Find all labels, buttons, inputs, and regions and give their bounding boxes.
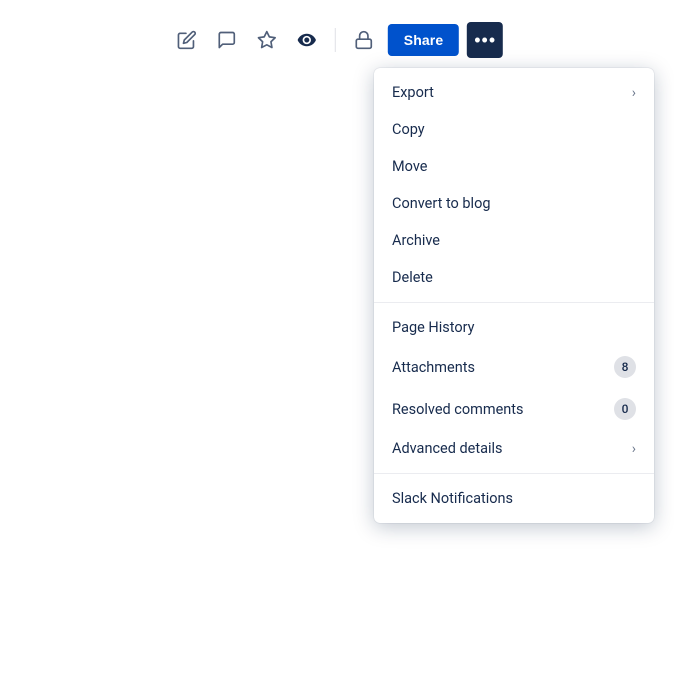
more-button[interactable]: ••• <box>467 22 503 58</box>
menu-item-convert-to-blog[interactable]: Convert to blog <box>374 185 654 222</box>
menu-item-label-delete: Delete <box>392 269 433 286</box>
menu-item-label-archive: Archive <box>392 232 440 249</box>
menu-item-label-copy: Copy <box>392 121 425 138</box>
toolbar: Share ••• <box>151 10 523 70</box>
chevron-icon-advanced-details: › <box>632 441 636 457</box>
menu-section-2: Slack Notifications <box>374 473 654 523</box>
menu-item-slack-notifications[interactable]: Slack Notifications <box>374 480 654 517</box>
menu-item-archive[interactable]: Archive <box>374 222 654 259</box>
restrictions-icon[interactable] <box>348 24 380 56</box>
menu-section-1: Page History Attachments 8 Resolved comment… <box>374 302 654 473</box>
menu-item-label-slack-notifications: Slack Notifications <box>392 490 513 507</box>
menu-item-label-attachments: Attachments <box>392 359 475 376</box>
menu-item-label-advanced-details: Advanced details <box>392 440 503 457</box>
menu-item-label-convert-to-blog: Convert to blog <box>392 195 491 212</box>
menu-section-0: Export › Copy Move Convert to blog Archive Del… <box>374 68 654 302</box>
chevron-icon-export: › <box>632 85 636 101</box>
star-icon[interactable] <box>251 24 283 56</box>
dropdown-menu: Export › Copy Move Convert to blog Archive Del… <box>374 68 654 523</box>
menu-item-attachments[interactable]: Attachments 8 <box>374 346 654 388</box>
badge-attachments: 8 <box>614 356 636 378</box>
comment-icon[interactable] <box>211 24 243 56</box>
toolbar-divider <box>335 28 336 52</box>
menu-item-label-move: Move <box>392 158 427 175</box>
watch-icon[interactable] <box>291 24 323 56</box>
menu-item-export[interactable]: Export › <box>374 74 654 111</box>
menu-item-label-page-history: Page History <box>392 319 475 336</box>
menu-item-move[interactable]: Move <box>374 148 654 185</box>
menu-item-copy[interactable]: Copy <box>374 111 654 148</box>
edit-icon[interactable] <box>171 24 203 56</box>
menu-item-delete[interactable]: Delete <box>374 259 654 296</box>
menu-item-page-history[interactable]: Page History <box>374 309 654 346</box>
menu-item-advanced-details[interactable]: Advanced details › <box>374 430 654 467</box>
menu-item-label-resolved-comments: Resolved comments <box>392 401 524 418</box>
badge-resolved-comments: 0 <box>614 398 636 420</box>
menu-item-resolved-comments[interactable]: Resolved comments 0 <box>374 388 654 430</box>
share-button[interactable]: Share <box>388 24 459 56</box>
menu-item-label-export: Export <box>392 84 434 101</box>
